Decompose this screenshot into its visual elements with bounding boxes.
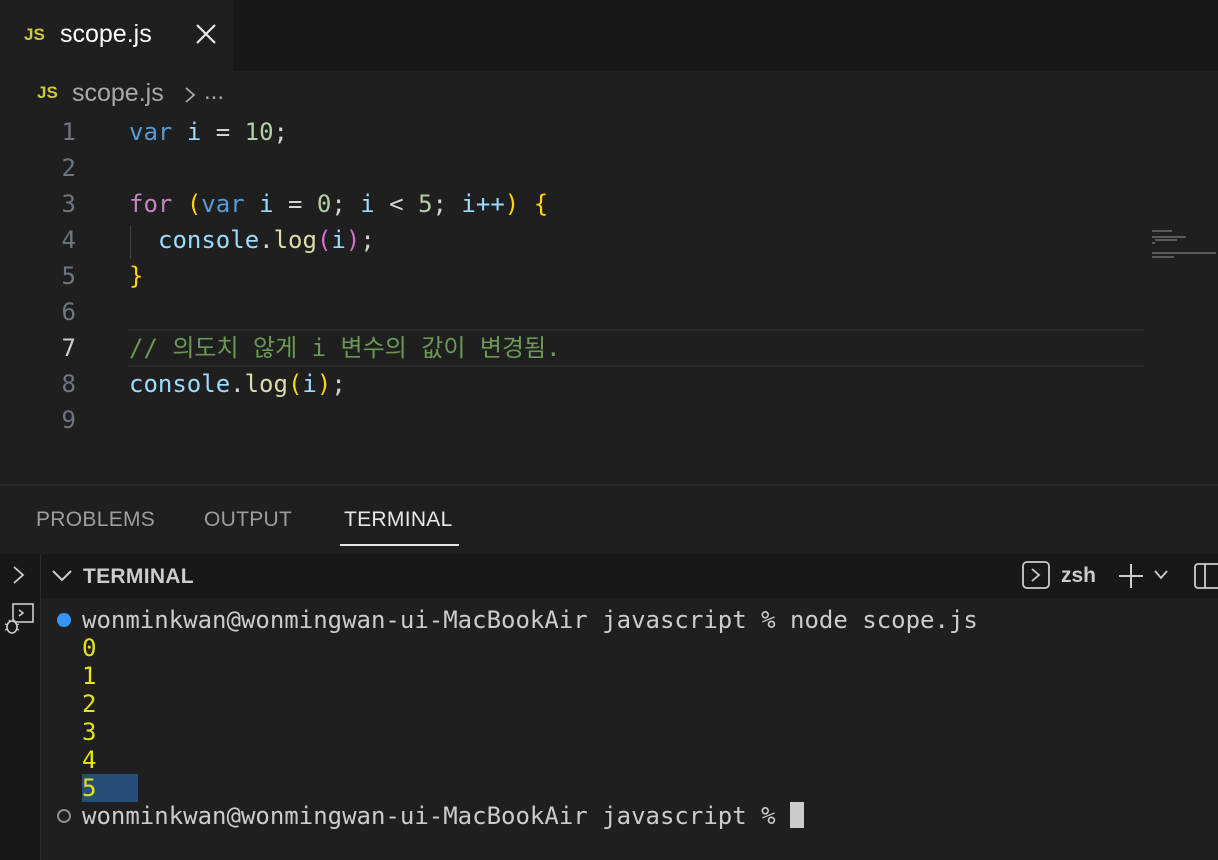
javascript-file-icon: JS [24,25,45,44]
line-number: 7 [61,334,76,362]
terminal-icon [1022,561,1050,589]
terminal-output-line: 0 [82,634,97,662]
line-number: 9 [61,406,76,434]
terminal-prompt: wonminkwan@wonmingwan-ui-MacBookAir java… [82,606,791,634]
terminal-cursor [790,802,805,828]
text-selection: 5 [82,774,139,802]
terminal-output-line: 2 [82,690,97,718]
code-text: for (var i = 0; i < 5; i++) { [129,190,549,218]
panel-sidebar [0,554,41,860]
tab-terminal[interactable]: TERMINAL [344,508,453,532]
shell-name[interactable]: zsh [1061,564,1096,588]
terminal-output-line: 3 [82,718,97,746]
chevron-down-icon[interactable] [1153,569,1169,581]
breadcrumb-symbols[interactable]: ... [204,78,224,106]
editor-tab-bar: JS scope.js [0,0,1218,71]
line-number: 2 [61,154,76,182]
code-comment: // 의도치 않게 i 변수의 값이 변경됨. [129,334,561,362]
terminal-section-title: TERMINAL [83,565,194,588]
minimap[interactable] [1150,228,1218,268]
code-editor[interactable]: 1 var i = 10; 2 3 for (var i = 0; i < 5;… [0,114,1218,484]
command-success-decoration[interactable] [57,613,71,627]
code-text: console.log(i); [158,226,375,254]
code-line-2: 2 [0,150,1145,186]
tab-scope-js[interactable]: JS scope.js [0,0,233,71]
active-tab-indicator [340,544,459,546]
debug-console-icon[interactable] [3,602,35,636]
code-line-7: 7 // 의도치 않게 i 변수의 값이 변경됨. [0,330,1145,366]
terminal-output-line: 4 [82,746,97,774]
javascript-file-icon: JS [37,83,58,102]
tab-problems[interactable]: PROBLEMS [36,508,155,532]
line-number: 6 [61,298,76,326]
code-line-9: 9 [0,402,1145,438]
terminal-command-line: wonminkwan@wonmingwan-ui-MacBookAir java… [82,606,978,634]
code-line-8: 8 console.log(i); [0,366,1145,402]
plus-icon[interactable] [1117,562,1145,590]
command-pending-decoration[interactable] [57,809,71,823]
tab-label: scope.js [60,20,152,48]
tab-output[interactable]: OUTPUT [204,508,292,532]
terminal-prompt: wonminkwan@wonmingwan-ui-MacBookAir java… [82,802,791,830]
breadcrumb-file[interactable]: scope.js [72,79,164,108]
chevron-down-icon[interactable] [51,568,73,584]
terminal-output[interactable]: wonminkwan@wonmingwan-ui-MacBookAir java… [41,598,1218,860]
terminal-output-line-selected: 5 [82,774,139,802]
code-line-3: 3 for (var i = 0; i < 5; i++) { [0,186,1145,222]
terminal-command: node scope.js [790,606,978,634]
breadcrumb: JS scope.js ... [0,72,1218,114]
terminal-header: TERMINAL zsh [41,554,1218,598]
code-text: } [129,262,144,290]
code-text: console.log(i); [129,370,346,398]
code-line-4: 4 console.log(i); [0,222,1145,258]
line-number: 8 [61,370,76,398]
code-text: var i = 10; [129,118,288,146]
chevron-right-icon[interactable] [9,564,29,586]
line-number: 4 [61,226,76,254]
code-line-1: 1 var i = 10; [0,114,1145,150]
split-terminal-icon[interactable] [1193,562,1218,590]
line-number: 5 [61,262,76,290]
chevron-right-icon [185,87,196,103]
code-line-6: 6 [0,294,1145,330]
code-line-5: 5 } [0,258,1145,294]
line-number: 3 [61,190,76,218]
terminal-output-line: 1 [82,662,97,690]
line-number: 1 [61,118,76,146]
close-icon[interactable] [194,22,218,46]
panel-tab-bar: PROBLEMS OUTPUT TERMINAL [0,486,1218,554]
terminal-prompt-line: wonminkwan@wonmingwan-ui-MacBookAir java… [82,802,805,830]
